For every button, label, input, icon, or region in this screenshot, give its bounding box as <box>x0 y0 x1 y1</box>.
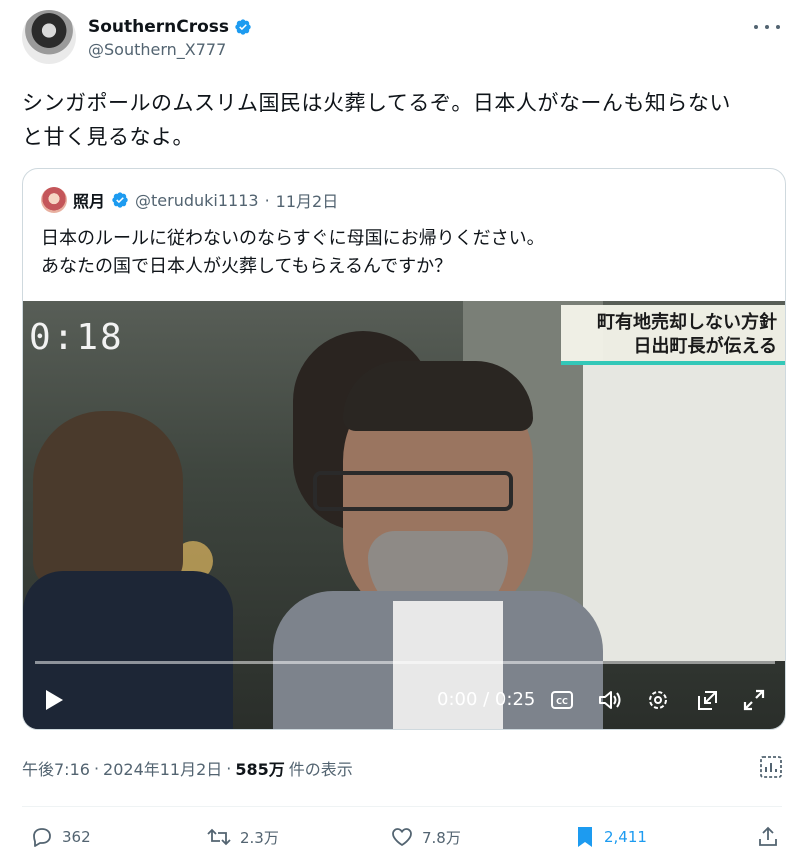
video-background-wall <box>583 361 785 661</box>
retweet-icon <box>207 828 231 846</box>
action-bar: 362 2.3万 7.8万 2,411 <box>22 820 782 856</box>
divider <box>22 806 782 807</box>
verified-badge-icon <box>235 19 251 35</box>
tweet-text-line: と甘く見るなよ。 <box>22 125 194 149</box>
video-caption-line: 日出町長が伝える <box>633 336 777 357</box>
quote-separator: · <box>264 190 270 210</box>
tweet-header: SouthernCross @Southern_X777 <box>22 10 782 66</box>
fullscreen-icon[interactable] <box>739 685 769 715</box>
settings-icon[interactable] <box>643 685 673 715</box>
display-name-row: SouthernCross <box>88 16 252 38</box>
video-person-main-glasses <box>313 471 513 511</box>
author-handle[interactable]: @Southern_X777 <box>88 40 252 59</box>
quote-text: 日本のルールに従わないのならすぐに母国にお帰りください。 あなたの国で日本人が火… <box>41 225 761 281</box>
svg-text:CC: CC <box>556 697 568 706</box>
author-avatar[interactable] <box>22 10 76 64</box>
video-controls: 0:00 / 0:25 CC <box>23 677 785 727</box>
meta-separator: · <box>226 758 232 778</box>
video-caption: 町有地売却しない方針 日出町長が伝える <box>561 305 785 365</box>
reply-button[interactable]: 362 <box>30 820 91 854</box>
share-button[interactable] <box>756 820 780 854</box>
video-caption-line: 町有地売却しない方針 <box>597 312 777 333</box>
meta-separator: · <box>93 758 100 778</box>
bookmark-count: 2,411 <box>604 828 647 846</box>
volume-icon[interactable] <box>595 685 625 715</box>
quote-text-line: 日本のルールに従わないのならすぐに母国にお帰りください。 <box>41 228 545 249</box>
like-icon <box>392 828 412 846</box>
quote-text-line: あなたの国で日本人が火葬してもらえるんですか？ <box>41 256 453 277</box>
video-time: 0:00 / 0:25 <box>437 689 536 710</box>
analytics-icon[interactable] <box>758 754 784 780</box>
retweet-count: 2.3万 <box>240 828 279 847</box>
tweet-date[interactable]: 2024年11月2日 <box>103 756 222 780</box>
like-button[interactable]: 7.8万 <box>390 820 461 854</box>
quoted-tweet[interactable]: 照月 @teruduki1113 · 11月2日 日本のルールに従わないのならす… <box>22 168 786 730</box>
quote-author-avatar <box>41 187 67 213</box>
bookmark-icon <box>578 827 592 847</box>
author-info: SouthernCross @Southern_X777 <box>88 16 252 59</box>
tweet-text-line: シンガポールのムスリム国民は火葬してるぞ。日本人がなーんも知らない <box>22 91 731 115</box>
retweet-button[interactable]: 2.3万 <box>206 820 279 854</box>
video-player[interactable]: 0:18 町有地売却しない方針 日出町長が伝える 0:00 / 0:25 CC <box>23 301 785 729</box>
video-person-main-hair <box>343 361 533 431</box>
bookmark-button[interactable]: 2,411 <box>574 820 647 854</box>
video-person-left <box>33 411 183 591</box>
video-progress-bar[interactable] <box>35 661 775 664</box>
pip-icon[interactable] <box>693 685 723 715</box>
tweet-meta: 午後7:16 · 2024年11月2日 · 585万 件の表示 <box>22 756 353 780</box>
video-timer-overlay: 0:18 <box>29 317 124 358</box>
tweet-text: シンガポールのムスリム国民は火葬してるぞ。日本人がなーんも知らない と甘く見るな… <box>22 86 782 154</box>
quote-handle: @teruduki1113 <box>135 190 259 210</box>
tweet-time[interactable]: 午後7:16 <box>22 756 90 780</box>
play-icon[interactable] <box>39 685 69 715</box>
view-label: 件の表示 <box>288 760 353 779</box>
quote-date: 11月2日 <box>275 192 339 211</box>
reply-icon <box>33 828 51 847</box>
share-icon <box>759 826 777 846</box>
like-count: 7.8万 <box>422 828 461 847</box>
quote-header: 照月 @teruduki1113 · 11月2日 <box>41 187 338 213</box>
verified-badge-icon <box>112 192 128 208</box>
author-display-name[interactable]: SouthernCross <box>88 17 229 37</box>
more-icon[interactable] <box>754 18 780 36</box>
view-count: 585万 <box>235 760 285 779</box>
reply-count: 362 <box>62 828 91 846</box>
quote-display-name: 照月 <box>73 192 106 211</box>
closed-captions-icon[interactable]: CC <box>547 685 577 715</box>
